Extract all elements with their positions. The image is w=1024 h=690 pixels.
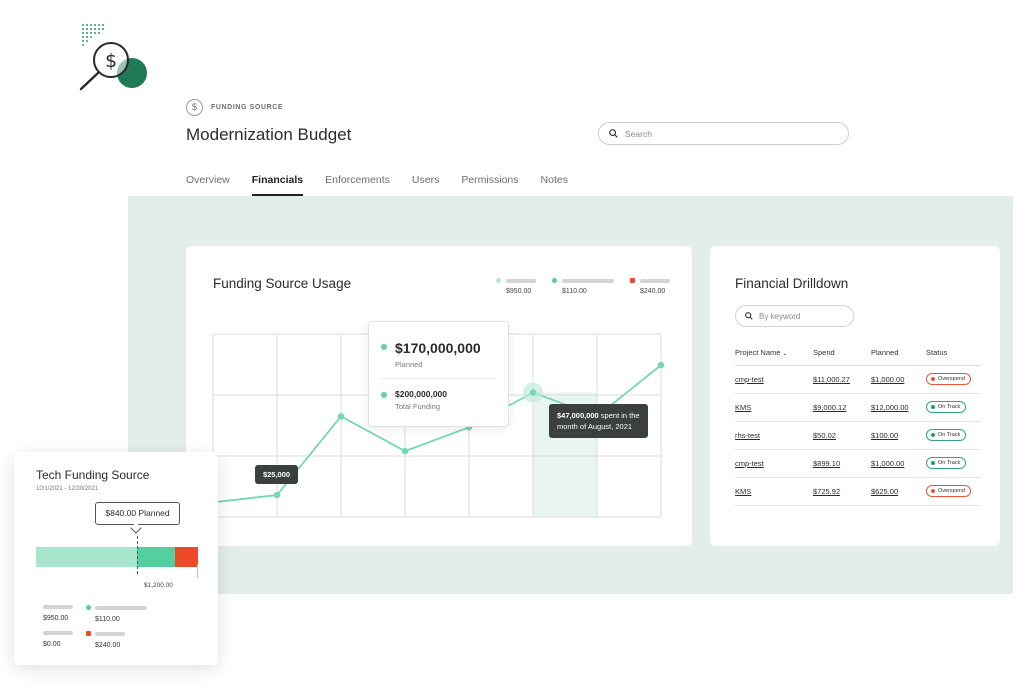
max-value-label: $1,200.00 <box>144 582 173 589</box>
spend-link[interactable]: $11,000.27 <box>813 365 871 394</box>
start-value-callout: $25,000 <box>255 465 298 484</box>
column-header-status[interactable]: Status <box>926 341 981 366</box>
tooltip-planned-label: Planned <box>395 360 423 369</box>
august-spend-callout: $47,000,000 spent in the month of August… <box>549 404 648 438</box>
data-point <box>529 389 537 396</box>
tech-legend-item: $110.00 <box>86 605 147 623</box>
planned-link[interactable]: $625.00 <box>871 477 926 506</box>
table-row: rhs-test $50.02 $100.00 On Track <box>735 421 981 450</box>
status-badge: On Track <box>926 401 967 413</box>
drilldown-title: Financial Drilldown <box>735 276 849 291</box>
status-badge: On Track <box>926 457 967 469</box>
spend-link[interactable]: $50.02 <box>813 421 871 450</box>
bar-segment-base <box>36 547 137 567</box>
bar-segment-over <box>175 547 198 567</box>
tech-title: Tech Funding Source <box>36 468 150 482</box>
status-badge: Overspend <box>926 373 971 385</box>
planned-label-box: $840.00 Planned <box>95 502 180 525</box>
status-badge: On Track <box>926 429 967 441</box>
search-icon <box>745 312 753 320</box>
spend-link[interactable]: $725.92 <box>813 477 871 506</box>
total-dot <box>381 392 387 398</box>
planned-marker <box>137 536 138 574</box>
planned-link[interactable]: $12,000.00 <box>871 393 926 422</box>
keyword-search-input[interactable] <box>759 311 839 321</box>
chevron-down-icon: ⌄ <box>782 351 788 358</box>
tech-legend-item: $240.00 <box>86 631 125 649</box>
table-row: cmp-test $11,000.27 $1,000.00 Overspend <box>735 365 981 394</box>
project-link[interactable]: KMS <box>735 393 813 422</box>
legend-swatch <box>86 605 91 610</box>
tech-date-range: 10/1/2021 - 12/30/2021 <box>36 486 99 492</box>
legend-swatch <box>86 631 91 636</box>
bar-segment-planned <box>137 547 175 567</box>
data-point <box>401 447 409 455</box>
column-header-project[interactable]: Project Name ⌄ <box>735 341 813 366</box>
project-link[interactable]: cmp-test <box>735 449 813 478</box>
keyword-search-box[interactable] <box>735 305 854 327</box>
august-amount: $47,000,000 <box>557 411 599 420</box>
data-point <box>273 491 281 499</box>
status-badge: Overspend <box>926 485 971 497</box>
planned-link[interactable]: $100.00 <box>871 421 926 450</box>
tooltip-total-value: $200,000,000 <box>395 389 447 399</box>
column-header-planned[interactable]: Planned <box>871 341 926 366</box>
column-header-spend[interactable]: Spend <box>813 341 871 366</box>
data-point <box>657 361 665 369</box>
tooltip-planned-value: $170,000,000 <box>395 340 481 356</box>
drilldown-table: Project Name ⌄ Spend Planned Status cmp-t… <box>735 341 981 506</box>
tooltip-total-label: Total Funding <box>395 402 441 411</box>
project-link[interactable]: rhs-test <box>735 421 813 450</box>
project-link[interactable]: KMS <box>735 477 813 506</box>
planned-link[interactable]: $1,000.00 <box>871 449 926 478</box>
tech-legend-item: $0.00 <box>43 631 73 648</box>
project-link[interactable]: cmp-test <box>735 365 813 394</box>
table-row: cmp-test $899.10 $1,000.00 On Track <box>735 449 981 478</box>
tech-funding-card: Tech Funding Source 10/1/2021 - 12/30/20… <box>14 452 218 665</box>
chart-tooltip: $170,000,000 Planned $200,000,000 Total … <box>368 321 509 427</box>
tech-legend-item: $950.00 <box>43 605 73 622</box>
table-row: KMS $9,000.12 $12,000.00 On Track <box>735 393 981 422</box>
planned-link[interactable]: $1,000.00 <box>871 365 926 394</box>
planned-dot <box>381 344 387 350</box>
table-row: KMS $725.92 $625.00 Overspend <box>735 477 981 506</box>
data-point <box>337 413 345 420</box>
spend-link[interactable]: $9,000.12 <box>813 393 871 422</box>
spend-link[interactable]: $899.10 <box>813 449 871 478</box>
